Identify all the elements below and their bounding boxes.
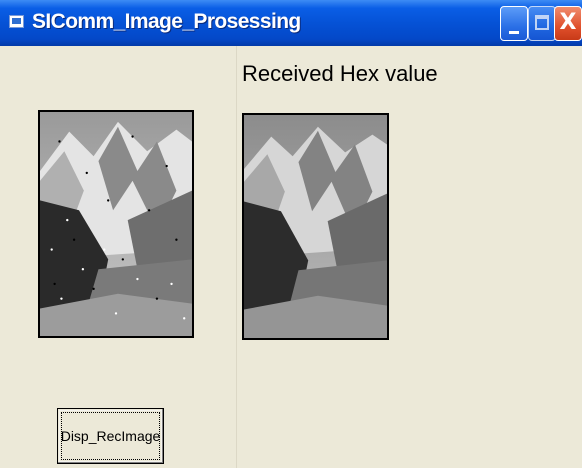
maximize-button[interactable] <box>528 6 556 41</box>
close-button[interactable]: X <box>554 6 582 41</box>
maximize-icon <box>535 15 549 30</box>
received-image <box>242 113 389 340</box>
mountain-picture <box>244 115 387 338</box>
original-image <box>38 110 194 338</box>
received-hex-label: Received Hex value <box>242 61 438 86</box>
close-icon: X <box>559 10 577 35</box>
minimize-icon <box>509 31 519 34</box>
application-icon[interactable] <box>9 15 24 28</box>
panel-divider <box>236 46 237 468</box>
disp-recimage-button-label: Disp_RecImage <box>61 412 160 460</box>
noisy-mountain-picture <box>40 112 192 336</box>
disp-recimage-button[interactable]: Disp_RecImage <box>57 408 164 464</box>
window-title: SIComm_Image_Prosessing <box>32 10 301 33</box>
minimize-button[interactable] <box>500 6 528 41</box>
title-bar[interactable]: SIComm_Image_Prosessing X <box>0 0 582 46</box>
